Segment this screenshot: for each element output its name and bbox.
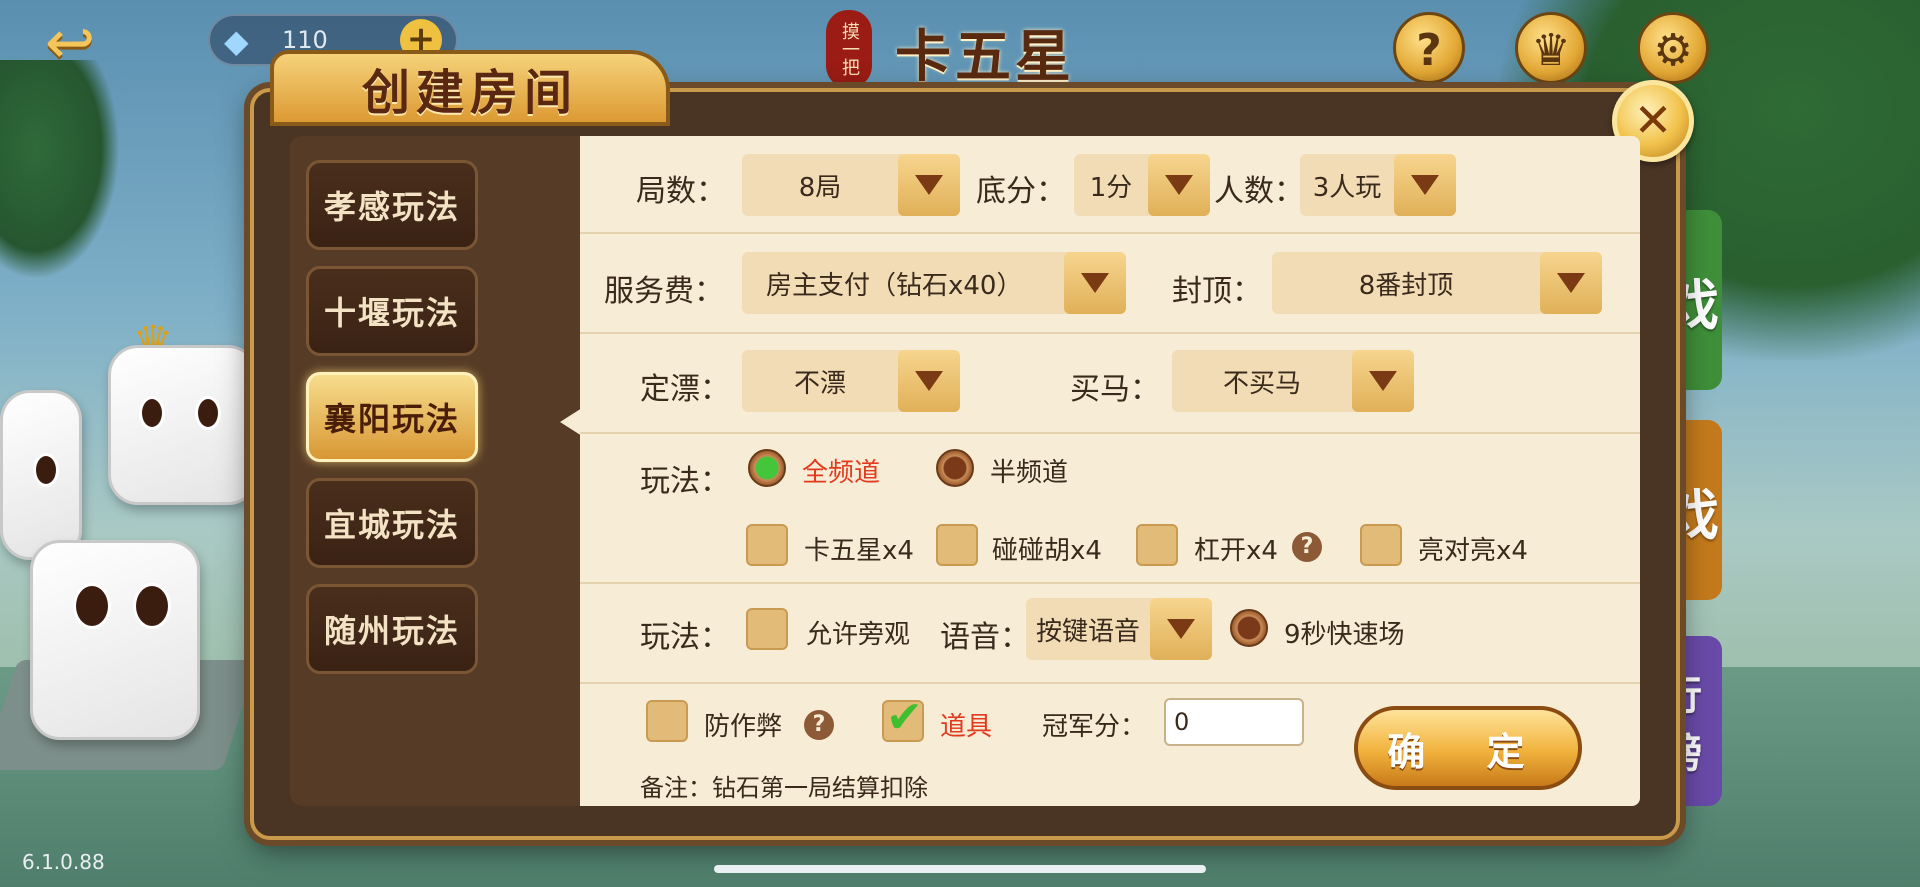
maima-value: 不买马 xyxy=(1222,368,1301,399)
mascot-tile-king xyxy=(108,345,258,505)
settings-button[interactable]: ⚙ xyxy=(1632,12,1714,84)
radio-quick-9s[interactable] xyxy=(1230,609,1268,647)
service-fee-value: 房主支付（钻石x40） xyxy=(766,270,1023,301)
divider xyxy=(580,682,1640,684)
quick-9s-label: 9秒快速场 xyxy=(1284,620,1405,650)
voice-label: 语音： xyxy=(940,620,1030,655)
pengpenghu-label: 碰碰胡x4 xyxy=(992,536,1102,566)
cap-select[interactable]: 8番封顶 xyxy=(1272,252,1602,314)
service-fee-label: 服务费： xyxy=(604,274,724,309)
diamond-note: 备注：钻石第一局结算扣除 xyxy=(640,774,928,802)
gear-icon: ⚙ xyxy=(1637,12,1709,84)
mascot-eye xyxy=(133,583,171,629)
checkbox-props[interactable]: ✔ xyxy=(882,692,924,743)
checkbox-anti-cheat[interactable] xyxy=(646,700,688,742)
piao-label: 定漂： xyxy=(640,372,730,407)
mascot-eye xyxy=(195,396,221,430)
full-channel-label: 全频道 xyxy=(802,458,881,488)
close-icon: ✕ xyxy=(1633,93,1673,147)
checkbox-allow-spectate[interactable] xyxy=(746,608,788,650)
chevron-down-icon xyxy=(1150,598,1212,660)
extra-mode-label: 玩法： xyxy=(640,620,730,655)
gangkai-help-icon[interactable]: ? xyxy=(1292,532,1322,562)
base-score-select[interactable]: 1分 xyxy=(1074,154,1210,216)
background-tree-left xyxy=(0,60,120,280)
voice-select[interactable]: 按键语音 xyxy=(1026,598,1212,660)
cap-label: 封顶： xyxy=(1172,274,1262,309)
mascot-eye xyxy=(33,453,59,487)
sidebar-item-yicheng[interactable]: 宜城玩法 xyxy=(306,478,478,568)
rounds-select[interactable]: 8局 xyxy=(742,154,960,216)
champion-score-value: 0 xyxy=(1174,708,1190,736)
rounds-label: 局数： xyxy=(636,174,726,209)
checkbox-pengpenghu[interactable] xyxy=(936,524,978,566)
players-value: 3人玩 xyxy=(1312,172,1382,203)
base-score-label: 底分： xyxy=(976,174,1066,209)
anti-cheat-help-icon[interactable]: ? xyxy=(804,710,834,740)
checkmark-icon: ✔ xyxy=(886,692,923,743)
chevron-down-icon xyxy=(1148,154,1210,216)
mascot-eye xyxy=(139,396,165,430)
active-pointer xyxy=(560,408,582,436)
checkbox-kawuxing[interactable] xyxy=(746,524,788,566)
mascot-eye xyxy=(73,583,111,629)
maima-label: 买马： xyxy=(1070,372,1160,407)
game-title: 卡五星 xyxy=(895,24,1075,90)
question-icon: ? xyxy=(1393,12,1465,84)
diamond-icon: ◆ xyxy=(224,22,249,60)
trophy-icon: ♛ xyxy=(1515,12,1587,84)
mascot-tile-left xyxy=(0,390,82,560)
mascot-tile-girl xyxy=(30,540,200,740)
chevron-down-icon xyxy=(1540,252,1602,314)
divider xyxy=(580,582,1640,584)
champion-score-input[interactable]: 0 xyxy=(1164,698,1304,746)
piao-value: 不漂 xyxy=(793,368,846,399)
divider xyxy=(580,232,1640,234)
sidebar-item-suizhou[interactable]: 随州玩法 xyxy=(306,584,478,674)
sidebar-item-xiaogan[interactable]: 孝感玩法 xyxy=(306,160,478,250)
rule-sidebar: 孝感玩法 十堰玩法 襄阳玩法 宜城玩法 随州玩法 xyxy=(290,136,580,806)
piao-select[interactable]: 不漂 xyxy=(742,350,960,412)
allow-spectate-label: 允许旁观 xyxy=(806,620,911,650)
base-score-value: 1分 xyxy=(1089,172,1133,203)
gangkai-label: 杠开x4 xyxy=(1194,536,1278,566)
rounds-value: 8局 xyxy=(798,172,842,203)
cap-value: 8番封顶 xyxy=(1358,270,1454,301)
props-label: 道具 xyxy=(940,712,993,742)
anti-cheat-label: 防作弊 xyxy=(704,712,783,742)
chevron-down-icon xyxy=(1394,154,1456,216)
chevron-down-icon xyxy=(898,154,960,216)
checkbox-gangkai[interactable] xyxy=(1136,524,1178,566)
champion-label: 冠军分： xyxy=(1042,712,1147,742)
radio-full-channel[interactable] xyxy=(748,449,786,487)
maima-select[interactable]: 不买马 xyxy=(1172,350,1414,412)
mode-label: 玩法： xyxy=(640,464,730,499)
back-arrow-icon: ↩ xyxy=(44,8,96,78)
chevron-down-icon xyxy=(1352,350,1414,412)
logo-seal: 摸一把 xyxy=(826,10,872,88)
service-fee-select[interactable]: 房主支付（钻石x40） xyxy=(742,252,1126,314)
liangduiliang-label: 亮对亮x4 xyxy=(1418,536,1528,566)
home-indicator[interactable] xyxy=(714,865,1206,873)
checkbox-liangduiliang[interactable] xyxy=(1360,524,1402,566)
divider xyxy=(580,332,1640,334)
chevron-down-icon xyxy=(1064,252,1126,314)
sidebar-item-shiyan[interactable]: 十堰玩法 xyxy=(306,266,478,356)
kawuxing-label: 卡五星x4 xyxy=(804,536,914,566)
chevron-down-icon xyxy=(898,350,960,412)
divider xyxy=(580,432,1640,434)
voice-value: 按键语音 xyxy=(1035,616,1140,647)
players-select[interactable]: 3人玩 xyxy=(1300,154,1456,216)
players-label: 人数： xyxy=(1214,174,1304,209)
half-channel-label: 半频道 xyxy=(990,458,1069,488)
back-button[interactable]: ↩ xyxy=(30,8,110,78)
radio-half-channel[interactable] xyxy=(936,449,974,487)
dialog-title: 创建房间 xyxy=(270,50,670,126)
confirm-button[interactable]: 确 定 xyxy=(1354,706,1582,790)
version-label: 6.1.0.88 xyxy=(22,850,105,874)
sidebar-item-xiangyang[interactable]: 襄阳玩法 xyxy=(306,372,478,462)
